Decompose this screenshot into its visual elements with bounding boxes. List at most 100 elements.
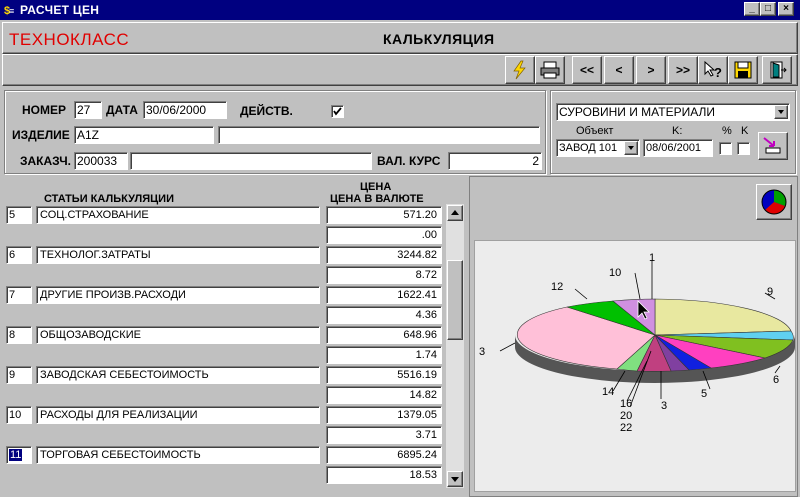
apply-filter-button[interactable] <box>758 132 788 160</box>
customer-code-field[interactable]: 200033 <box>74 152 128 170</box>
pie-chart: 1 9 6 5 3 16 20 22 14 3 12 10 <box>479 252 795 434</box>
save-button[interactable] <box>728 56 758 84</box>
next-record-button[interactable]: > <box>636 56 666 84</box>
row-number[interactable]: 7 <box>6 286 32 304</box>
pie-label: 5 <box>701 388 707 400</box>
row-number[interactable]: 11 <box>6 446 32 464</box>
product-name-field[interactable] <box>218 126 540 144</box>
date-field[interactable]: 30/06/2000 <box>143 101 227 119</box>
chart-type-button[interactable] <box>756 184 792 220</box>
product-label: ИЗДЕЛИЕ <box>12 128 70 142</box>
exit-button[interactable] <box>762 56 792 84</box>
run-button[interactable] <box>505 56 535 84</box>
brand-label: ТЕХНОКЛАСС <box>9 30 130 49</box>
row-price[interactable]: 648.96 <box>326 326 442 344</box>
row-item-name[interactable]: ТЕХНОЛОГ.ЗАТРАТЫ <box>36 246 320 264</box>
row-item-name[interactable]: ТОРГОВАЯ СЕБЕСТОИМОСТЬ <box>36 446 320 464</box>
product-code-field[interactable]: A1Z <box>74 126 214 144</box>
scroll-down-button[interactable] <box>447 471 463 487</box>
number-label: НОМЕР <box>22 103 67 117</box>
row-number-selected: 11 <box>9 449 23 461</box>
row-price[interactable]: 6895.24 <box>326 446 442 464</box>
title-bar[interactable]: $ ≡ РАСЧЕТ ЦЕН _ □ × <box>0 0 800 20</box>
print-button[interactable] <box>535 56 565 84</box>
svg-text:?: ? <box>714 65 722 80</box>
k-date-label: K: <box>672 125 683 137</box>
minimize-button[interactable]: _ <box>744 2 760 16</box>
chevron-down-icon <box>778 110 784 114</box>
pie-label: 16 <box>620 398 632 410</box>
pie-slice-1 <box>654 298 792 336</box>
help-pointer-icon: ? <box>704 60 722 80</box>
pie-label: 10 <box>609 267 621 279</box>
exit-door-icon <box>770 61 787 79</box>
table-scrollbar[interactable] <box>446 204 464 488</box>
last-record-button[interactable]: >> <box>668 56 698 84</box>
row-item-name[interactable]: ЗАВОДСКАЯ СЕБЕСТОИМОСТЬ <box>36 366 320 384</box>
row-currency-price[interactable]: 4.36 <box>326 306 442 324</box>
lightning-icon <box>513 60 526 80</box>
pie-label: 14 <box>602 386 614 398</box>
object-value: ЗАВОД 101 <box>559 142 618 154</box>
column-header-price: ЦЕНА <box>360 181 392 193</box>
arrow-down-icon <box>451 477 459 482</box>
arrow-up-icon <box>451 210 459 215</box>
row-currency-price[interactable]: .00 <box>326 226 442 244</box>
object-select[interactable]: ЗАВОД 101 <box>556 139 640 157</box>
row-number[interactable]: 10 <box>6 406 32 424</box>
row-number[interactable]: 6 <box>6 246 32 264</box>
minimize-icon: _ <box>749 3 755 14</box>
row-price[interactable]: 3244.82 <box>326 246 442 264</box>
row-currency-price[interactable]: 18.53 <box>326 466 442 484</box>
column-header-items: СТАТЬИ КАЛЬКУЛЯЦИИ <box>44 193 174 205</box>
printer-icon <box>540 61 560 79</box>
checkmark-icon <box>333 107 342 116</box>
exchange-rate-label: ВАЛ. КУРС <box>377 154 441 168</box>
k-checkbox[interactable] <box>737 142 750 155</box>
category-select[interactable]: СУРОВИНИ И МАТЕРИАЛИ <box>556 103 790 121</box>
pie-label: 1 <box>649 252 655 264</box>
row-number[interactable]: 5 <box>6 206 32 224</box>
pie-label: 20 <box>620 410 632 422</box>
row-currency-price[interactable]: 1.74 <box>326 346 442 364</box>
first-record-button[interactable]: << <box>572 56 602 84</box>
category-dropdown-button[interactable] <box>774 105 788 119</box>
row-price[interactable]: 1622.41 <box>326 286 442 304</box>
k-date-field[interactable]: 08/06/2001 <box>643 139 713 157</box>
row-price[interactable]: 5516.19 <box>326 366 442 384</box>
pie-label: 6 <box>773 374 779 386</box>
row-currency-price[interactable]: 14.82 <box>326 386 442 404</box>
scroll-thumb[interactable] <box>447 260 463 340</box>
row-item-name[interactable]: ДРУГИЕ ПРОИЗВ.РАСХОДИ <box>36 286 320 304</box>
row-price[interactable]: 1379.05 <box>326 406 442 424</box>
svg-text:≡: ≡ <box>9 6 14 16</box>
row-item-name[interactable]: РАСХОДЫ ДЛЯ РЕАЛИЗАЦИИ <box>36 406 320 424</box>
percent-checkbox[interactable] <box>719 142 732 155</box>
close-button[interactable]: × <box>778 2 794 16</box>
help-button[interactable]: ? <box>698 56 728 84</box>
customer-label: ЗАКАЗЧ. <box>20 154 71 168</box>
percent-label: % <box>722 125 732 137</box>
row-price[interactable]: 571.20 <box>326 206 442 224</box>
customer-name-field[interactable] <box>130 152 372 170</box>
row-currency-price[interactable]: 8.72 <box>326 266 442 284</box>
number-field[interactable]: 27 <box>74 101 102 119</box>
active-label: ДЕЙСТВ. <box>240 104 293 118</box>
arrow-to-tray-icon <box>763 137 781 154</box>
row-number[interactable]: 9 <box>6 366 32 384</box>
active-checkbox[interactable] <box>331 105 344 118</box>
row-item-name[interactable]: СОЦ.СТРАХОВАНИЕ <box>36 206 320 224</box>
row-currency-price[interactable]: 3.71 <box>326 426 442 444</box>
object-dropdown-button[interactable] <box>624 141 638 155</box>
scroll-up-button[interactable] <box>447 205 463 221</box>
k-check-label: K <box>741 125 749 137</box>
row-number[interactable]: 8 <box>6 326 32 344</box>
maximize-button[interactable]: □ <box>760 2 776 16</box>
window-title: РАСЧЕТ ЦЕН <box>20 3 100 17</box>
close-icon: × <box>783 3 789 14</box>
prev-record-button[interactable]: < <box>604 56 634 84</box>
exchange-rate-field[interactable]: 2 <box>448 152 542 170</box>
app-icon: $ ≡ <box>3 2 17 17</box>
row-item-name[interactable]: ОБЩОЗАВОДСКИЕ <box>36 326 320 344</box>
save-disk-icon <box>734 61 752 79</box>
